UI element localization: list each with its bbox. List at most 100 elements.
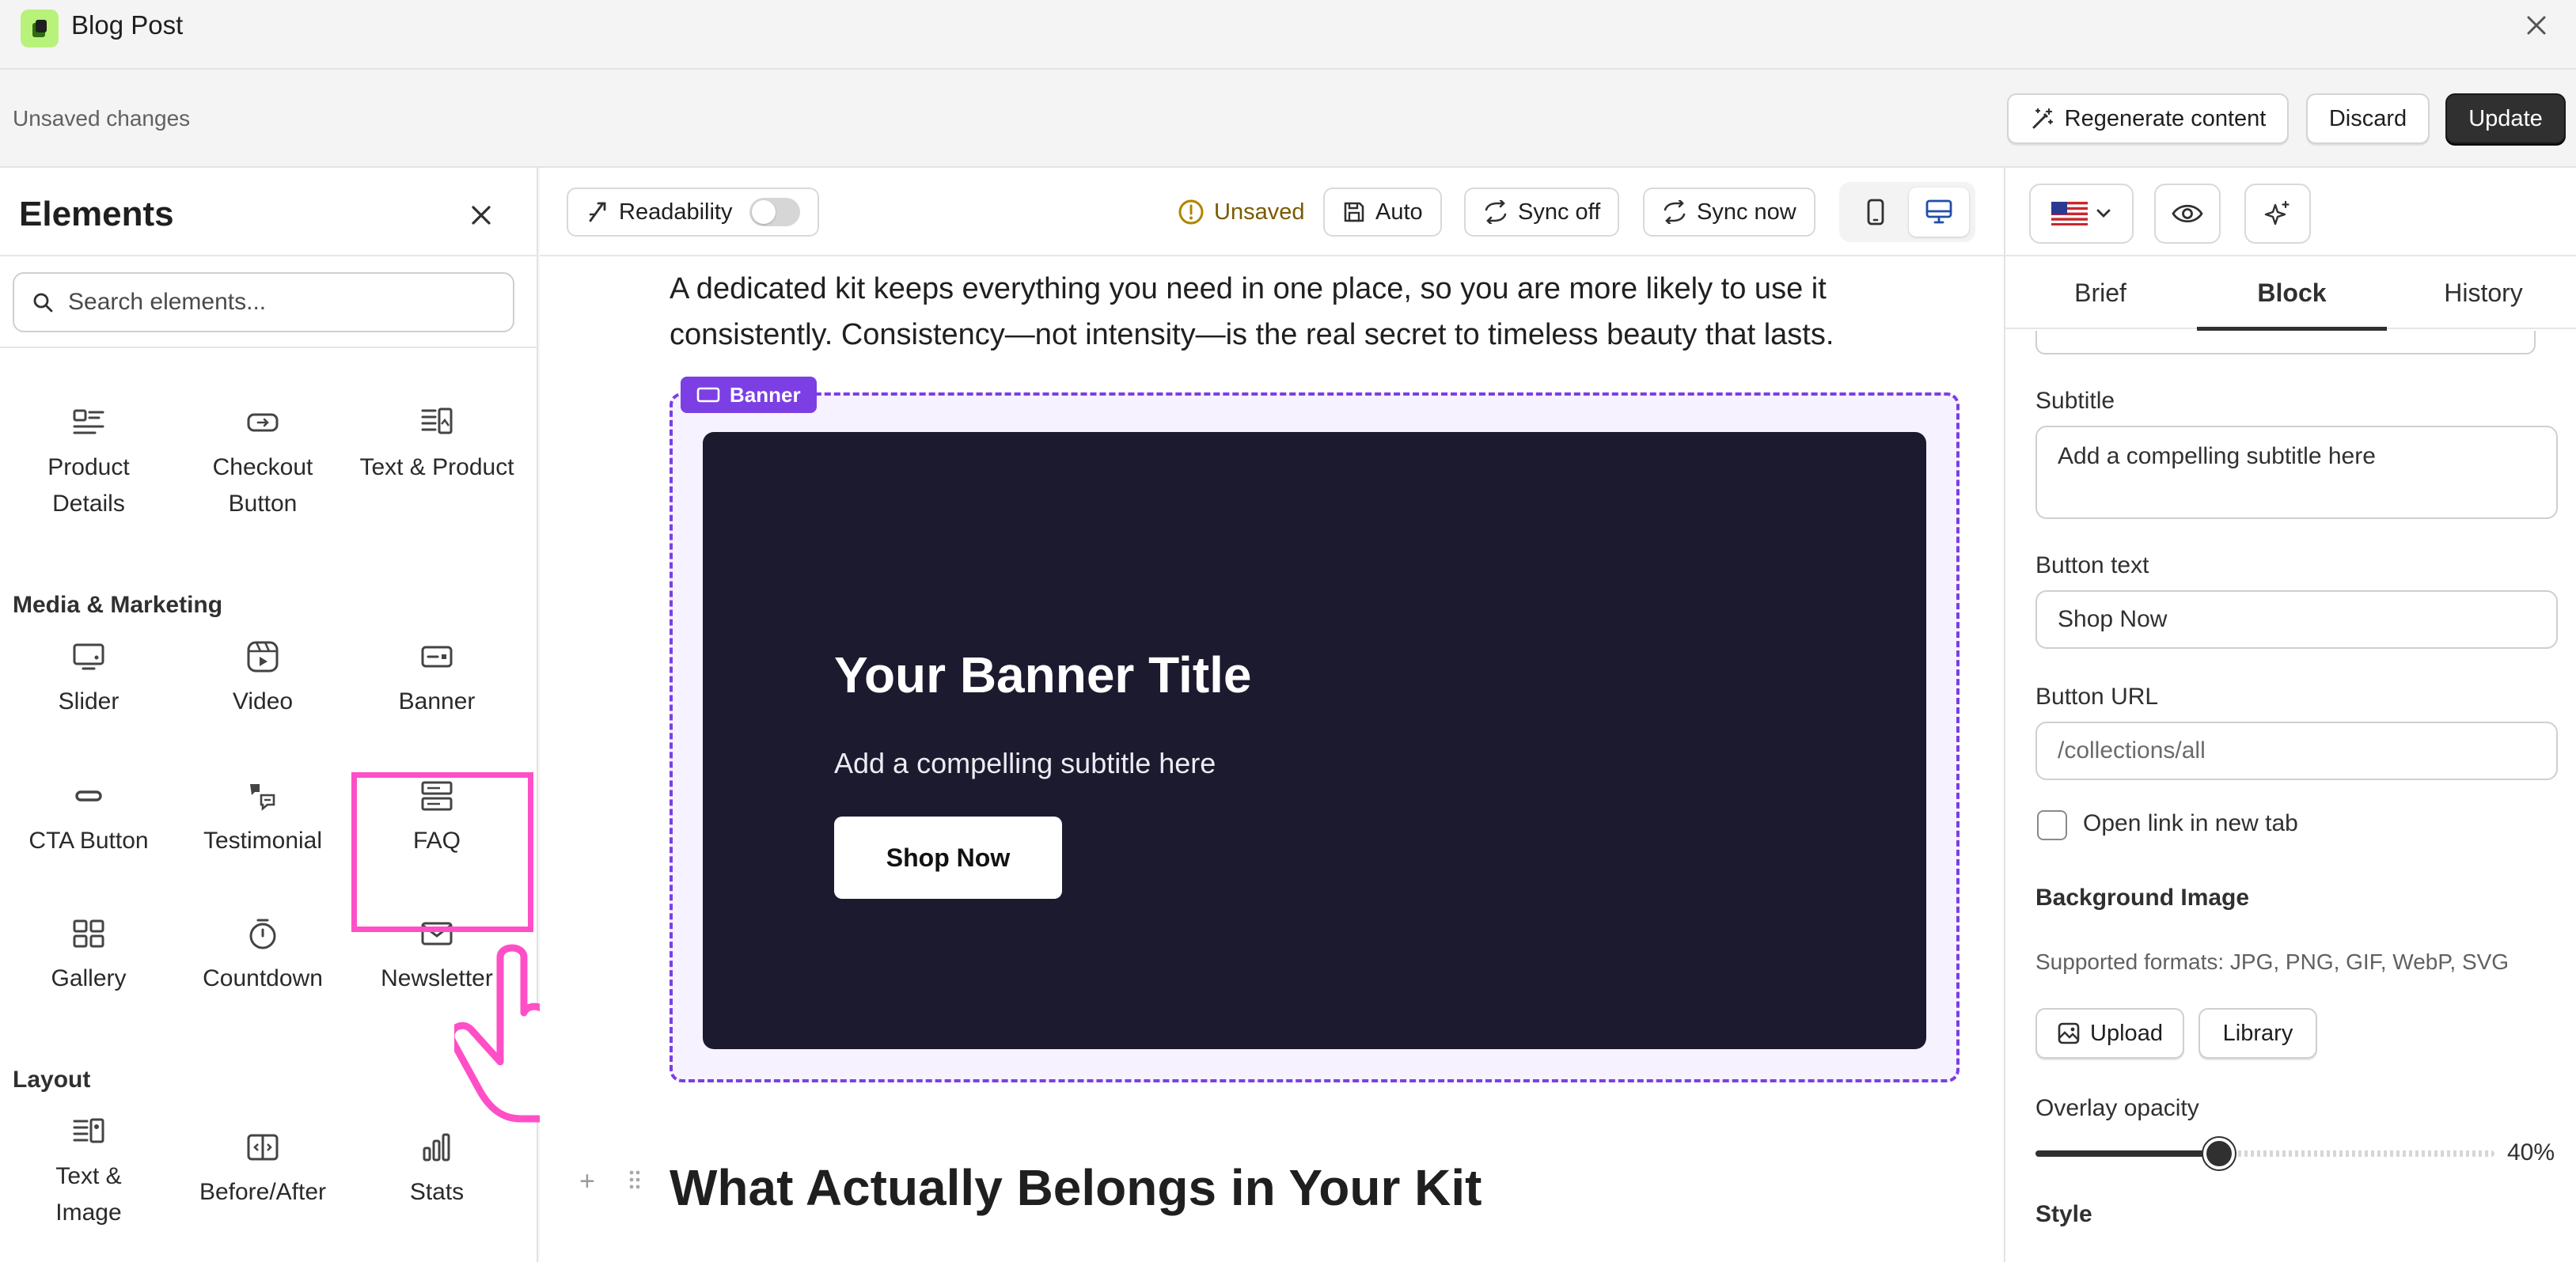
banner-highlight-box xyxy=(351,772,533,932)
regenerate-content-button[interactable]: Regenerate content xyxy=(2007,93,2289,144)
regenerate-content-label: Regenerate content xyxy=(2064,105,2267,131)
tile-label: Countdown xyxy=(203,965,323,991)
close-window-icon[interactable] xyxy=(2521,9,2552,41)
subtitle-field[interactable]: Add a compelling subtitle here xyxy=(2035,426,2558,519)
text-product-icon xyxy=(419,405,454,440)
search-icon xyxy=(32,291,54,313)
preview-button[interactable] xyxy=(2154,184,2221,244)
element-tile-product-details[interactable]: Product Details xyxy=(9,405,168,522)
element-tile-video[interactable]: Video xyxy=(184,639,342,720)
banner-preview[interactable]: Your Banner Title Add a compelling subti… xyxy=(703,432,1926,1049)
sync-off-label: Sync off xyxy=(1518,199,1601,225)
element-tile-checkout-button[interactable]: Checkout Button xyxy=(184,405,342,522)
element-tile-cta-button[interactable]: CTA Button xyxy=(9,779,168,859)
style-section-label: Style xyxy=(2035,1201,2092,1227)
auto-label: Auto xyxy=(1375,199,1423,225)
close-sidebar-icon[interactable] xyxy=(462,196,500,234)
supported-formats-hint: Supported formats: JPG, PNG, GIF, WebP, … xyxy=(2035,949,2510,974)
element-tile-testimonial[interactable]: Testimonial xyxy=(184,779,342,859)
tab-brief[interactable]: Brief xyxy=(2005,256,2195,329)
tile-label: Checkout Button xyxy=(212,454,313,517)
desktop-view-button[interactable] xyxy=(1909,188,1969,237)
button-url-field[interactable]: /collections/all xyxy=(2035,722,2558,780)
update-button[interactable]: Update xyxy=(2445,93,2566,144)
auto-save-button[interactable]: Auto xyxy=(1323,188,1442,237)
button-text-label: Button text xyxy=(2035,552,2149,578)
countdown-icon xyxy=(245,916,280,951)
readability-label: Readability xyxy=(619,199,733,225)
tile-label: Text & Image xyxy=(55,1163,122,1226)
banner-shop-now-button[interactable]: Shop Now xyxy=(834,817,1062,899)
overlay-opacity-slider[interactable] xyxy=(2035,1138,2494,1169)
chevron-down-icon xyxy=(2096,208,2111,219)
tile-label: Text & Product xyxy=(359,454,514,480)
tile-label: Slider xyxy=(58,688,120,714)
section-label-media-marketing: Media & Marketing xyxy=(13,592,223,618)
search-input[interactable] xyxy=(68,289,495,316)
banner-title[interactable]: Your Banner Title xyxy=(834,646,1252,704)
unsaved-changes-text: Unsaved changes xyxy=(13,106,191,131)
element-tile-before-after[interactable]: Before/After xyxy=(184,1130,342,1211)
warning-icon xyxy=(1178,199,1205,225)
sync-off-button[interactable]: Sync off xyxy=(1464,188,1620,237)
readability-switch[interactable] xyxy=(749,198,801,226)
add-block-icon[interactable]: + xyxy=(579,1166,595,1197)
library-button[interactable]: Library xyxy=(2199,1008,2317,1059)
save-icon xyxy=(1342,200,1366,224)
sync-now-label: Sync now xyxy=(1697,199,1796,225)
search-box[interactable] xyxy=(13,272,514,332)
button-url-label: Button URL xyxy=(2035,684,2159,710)
window-title: Blog Post xyxy=(71,10,184,40)
open-new-tab-checkbox[interactable] xyxy=(2037,810,2067,840)
tile-label: Gallery xyxy=(51,965,127,991)
banner-subtitle[interactable]: Add a compelling subtitle here xyxy=(834,747,1216,780)
tab-history[interactable]: History xyxy=(2388,256,2576,329)
magic-wand-icon xyxy=(2030,106,2055,131)
sidebar-title: Elements xyxy=(19,195,174,233)
cta-button-icon xyxy=(71,779,106,813)
banner-tag-icon xyxy=(696,386,720,404)
element-tile-text-product[interactable]: Text & Product xyxy=(358,405,516,486)
element-tile-countdown[interactable]: Countdown xyxy=(184,916,342,997)
banner-icon xyxy=(419,639,454,674)
locale-selector[interactable] xyxy=(2029,184,2134,244)
article-paragraph[interactable]: A dedicated kit keeps everything you nee… xyxy=(670,266,1904,358)
panel-toolbar xyxy=(2005,168,2576,256)
editor-canvas: Readability Unsaved Auto Sync off Sync n… xyxy=(540,168,2004,1262)
mobile-view-button[interactable] xyxy=(1846,188,1906,237)
slider-handle[interactable] xyxy=(2203,1138,2235,1169)
sync-now-button[interactable]: Sync now xyxy=(1643,188,1815,237)
element-tile-slider[interactable]: Slider xyxy=(9,639,168,720)
overlay-opacity-value: 40% xyxy=(2507,1139,2555,1165)
drag-handle-icon[interactable] xyxy=(628,1169,641,1190)
element-tile-stats[interactable]: Stats xyxy=(358,1130,516,1211)
video-icon xyxy=(245,639,280,674)
section-heading[interactable]: What Actually Belongs in Your Kit xyxy=(670,1158,1481,1217)
readability-toggle[interactable]: Readability xyxy=(567,188,820,237)
tab-block[interactable]: Block xyxy=(2197,256,2387,331)
app-logo-icon xyxy=(21,9,59,47)
desktop-icon xyxy=(1925,199,1953,225)
mobile-icon xyxy=(1866,199,1885,225)
ai-assist-button[interactable] xyxy=(2244,184,2311,244)
element-tile-banner[interactable]: Banner xyxy=(358,639,516,720)
panel-tabs: Brief Block History xyxy=(2005,256,2576,331)
title-field-partial[interactable] xyxy=(2035,331,2536,354)
sparkle-icon xyxy=(2264,200,2291,227)
section-label-layout: Layout xyxy=(13,1067,91,1093)
gallery-icon xyxy=(71,916,106,951)
banner-tag-label: Banner xyxy=(730,382,801,407)
tile-label: Banner xyxy=(398,688,476,714)
before-after-icon xyxy=(245,1130,280,1165)
upload-button[interactable]: Upload xyxy=(2035,1008,2184,1059)
discard-button[interactable]: Discard xyxy=(2306,93,2430,144)
sync-now-icon xyxy=(1662,200,1687,224)
testimonial-icon xyxy=(245,779,280,813)
us-flag-icon xyxy=(2051,202,2088,225)
element-tile-gallery[interactable]: Gallery xyxy=(9,916,168,997)
checkout-button-icon xyxy=(245,405,280,440)
element-tile-text-image[interactable]: Text & Image xyxy=(9,1114,168,1231)
button-text-field[interactable]: Shop Now xyxy=(2035,590,2558,649)
editor-toolbar: Readability Unsaved Auto Sync off Sync n… xyxy=(540,168,2004,256)
sidebar-divider xyxy=(0,347,537,348)
